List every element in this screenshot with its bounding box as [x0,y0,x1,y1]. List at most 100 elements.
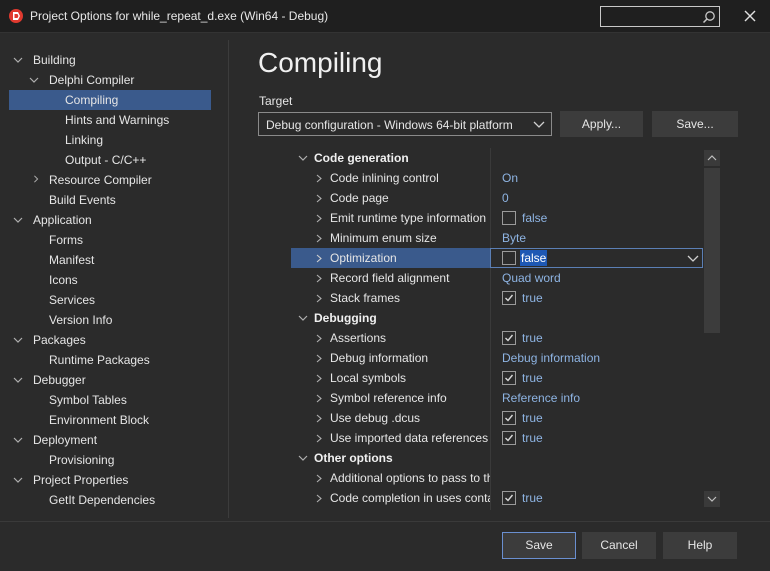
chevron-right-icon[interactable] [315,174,323,183]
cancel-button[interactable]: Cancel [582,532,656,559]
chevron-right-icon[interactable] [315,254,323,263]
property-value[interactable]: 0 [502,188,509,208]
chevron-down-icon[interactable] [298,315,308,322]
chevron-down-icon[interactable] [13,376,23,384]
chevron-right-icon[interactable] [315,334,323,343]
property-value[interactable]: false [520,250,548,266]
save-target-button[interactable]: Save... [652,111,738,137]
chevron-down-icon[interactable] [13,436,23,444]
tree-item-building[interactable]: Building [0,50,224,70]
tree-item-delphi-compiler[interactable]: Delphi Compiler [0,70,224,90]
chevron-down-icon[interactable] [298,455,308,462]
property-row-selected[interactable]: Optimization false [291,248,703,268]
tree-item-resource-compiler[interactable]: Resource Compiler [0,170,224,190]
tree-item-environment-block[interactable]: Environment Block [0,410,224,430]
chevron-right-icon[interactable] [315,394,323,403]
tree-item-debugger[interactable]: Debugger [0,370,224,390]
chevron-right-icon[interactable] [315,274,323,283]
property-value[interactable]: Reference info [502,388,580,408]
chevron-right-icon[interactable] [315,434,323,443]
property-row[interactable]: Emit runtime type information false [291,208,703,228]
chevron-down-icon[interactable] [13,56,23,64]
checkbox[interactable] [502,431,516,445]
property-row[interactable]: Assertions true [291,328,703,348]
search-input[interactable] [600,6,720,27]
property-row[interactable]: Minimum enum size Byte [291,228,703,248]
chevron-right-icon[interactable] [315,214,323,223]
scroll-up-button[interactable] [704,150,720,166]
chevron-down-icon[interactable] [13,216,23,224]
scroll-down-button[interactable] [704,491,720,507]
tree-item-provisioning[interactable]: Provisioning [0,450,224,470]
property-row[interactable]: Use debug .dcus true [291,408,703,428]
checkbox[interactable] [502,371,516,385]
property-value[interactable]: Quad word [502,268,561,288]
property-value[interactable]: Byte [502,228,526,248]
property-row[interactable]: Record field alignment Quad word [291,268,703,288]
chevron-right-icon[interactable] [315,194,323,203]
tree-item-getit-dependencies[interactable]: GetIt Dependencies [0,490,224,510]
chevron-right-icon[interactable] [31,175,41,183]
tree-item-forms[interactable]: Forms [0,230,224,250]
tree-item-icons[interactable]: Icons [0,270,224,290]
panel-divider[interactable] [228,40,229,518]
tree-item-deployment[interactable]: Deployment [0,430,224,450]
chevron-down-icon[interactable] [13,476,23,484]
property-row[interactable]: Additional options to pass to th [291,468,703,488]
checkbox[interactable] [502,251,516,265]
chevron-right-icon[interactable] [315,354,323,363]
property-row[interactable]: Local symbols true [291,368,703,388]
property-row[interactable]: Stack frames true [291,288,703,308]
chevron-right-icon[interactable] [315,494,323,503]
property-row[interactable]: Use imported data references true [291,428,703,448]
tree-item-project-properties[interactable]: Project Properties [0,470,224,490]
checkbox[interactable] [502,331,516,345]
save-button[interactable]: Save [502,532,576,559]
chevron-down-icon[interactable] [13,336,23,344]
tree-item-packages[interactable]: Packages [0,330,224,350]
chevron-right-icon[interactable] [315,234,323,243]
chevron-right-icon[interactable] [315,474,323,483]
property-row[interactable]: Symbol reference info Reference info [291,388,703,408]
property-value: false [522,211,548,225]
chevron-down-icon[interactable] [29,76,39,84]
chevron-right-icon[interactable] [315,294,323,303]
property-value[interactable]: On [502,168,518,188]
scroll-thumb[interactable] [704,168,720,333]
tree-item-compiling[interactable]: Compiling [0,90,224,110]
tree-item-build-events[interactable]: Build Events [0,190,224,210]
close-icon[interactable] [742,8,758,24]
tree-item-version-info[interactable]: Version Info [0,310,224,330]
property-row[interactable]: Code page 0 [291,188,703,208]
property-name: Record field alignment [330,271,450,285]
tree-item-label: Resource Compiler [49,173,152,187]
checkbox[interactable] [502,491,516,505]
tree-item-label: Application [33,213,92,227]
property-row[interactable]: Code completion in uses conta true [291,488,703,508]
tree-item-output-c-cpp[interactable]: Output - C/C++ [0,150,224,170]
category-row[interactable]: Other options [291,448,703,468]
tree-item-runtime-packages[interactable]: Runtime Packages [0,350,224,370]
chevron-down-icon[interactable] [687,255,699,263]
chevron-right-icon[interactable] [315,414,323,423]
checkbox[interactable] [502,411,516,425]
tree-item-hints-and-warnings[interactable]: Hints and Warnings [0,110,224,130]
tree-item-application[interactable]: Application [0,210,224,230]
property-grid-scrollbar[interactable] [704,148,720,510]
property-value[interactable]: Debug information [502,348,600,368]
tree-item-services[interactable]: Services [0,290,224,310]
chevron-down-icon[interactable] [298,155,308,162]
category-row[interactable]: Debugging [291,308,703,328]
chevron-right-icon[interactable] [315,374,323,383]
help-button[interactable]: Help [663,532,737,559]
property-row[interactable]: Code inlining control On [291,168,703,188]
target-select[interactable]: Debug configuration - Windows 64-bit pla… [258,112,552,136]
tree-item-symbol-tables[interactable]: Symbol Tables [0,390,224,410]
checkbox[interactable] [502,211,516,225]
apply-button[interactable]: Apply... [560,111,643,137]
checkbox[interactable] [502,291,516,305]
tree-item-manifest[interactable]: Manifest [0,250,224,270]
category-row[interactable]: Code generation [291,148,703,168]
tree-item-linking[interactable]: Linking [0,130,224,150]
property-row[interactable]: Debug information Debug information [291,348,703,368]
